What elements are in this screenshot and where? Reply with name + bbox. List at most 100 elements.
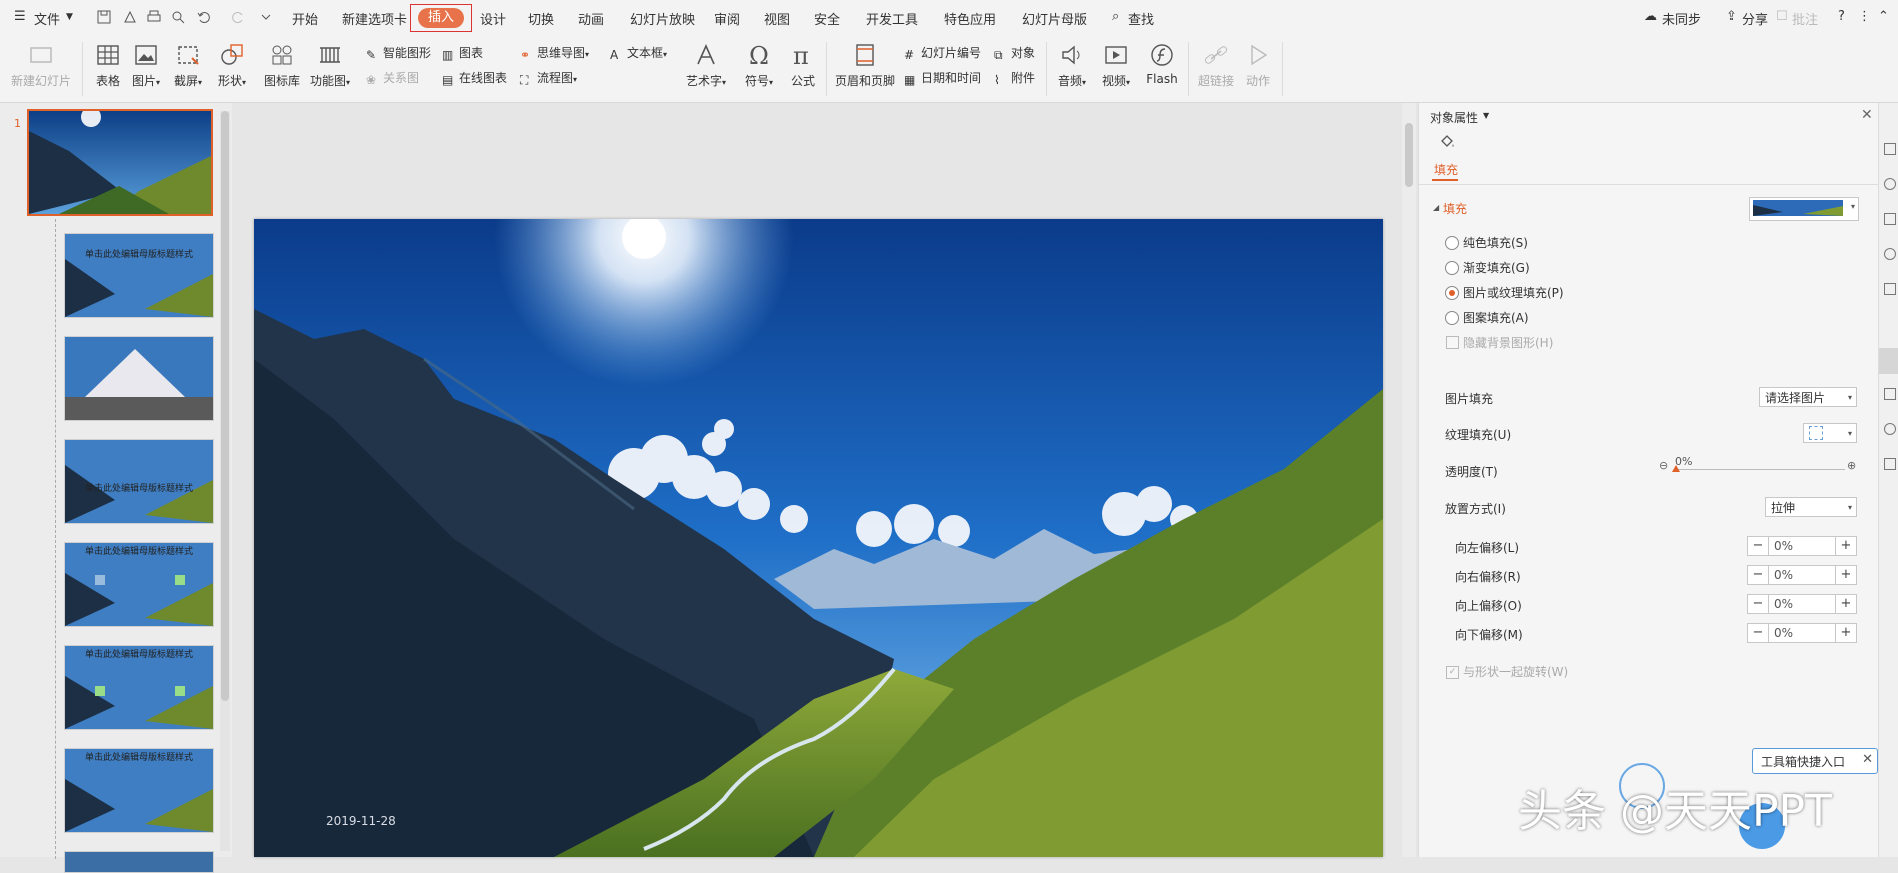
- help-button[interactable]: ?: [1838, 9, 1845, 24]
- online-chart-button[interactable]: ▤ 在线图表: [442, 69, 507, 87]
- comment-button[interactable]: 批注: [1792, 9, 1818, 28]
- toolbox-shortcut-tip[interactable]: 工具箱快捷入口 ✕: [1752, 748, 1878, 774]
- rotate-with-shape-checkbox[interactable]: ✓: [1446, 666, 1459, 679]
- chart-button[interactable]: ▥ 图表: [442, 44, 483, 62]
- radio-picture-fill[interactable]: [1445, 286, 1459, 300]
- decrement-button[interactable]: −: [1748, 566, 1769, 584]
- tab-review[interactable]: 审阅: [714, 9, 740, 28]
- tab-home[interactable]: 开始: [292, 9, 318, 28]
- chevron-down-icon[interactable]: ▼: [1483, 111, 1489, 120]
- canvas-scrollbar[interactable]: [1402, 103, 1416, 857]
- tool-icon[interactable]: [1884, 178, 1896, 190]
- tab-security[interactable]: 安全: [814, 9, 840, 28]
- offset-up-stepper[interactable]: −0% +: [1747, 594, 1857, 614]
- picture-fill-dropdown[interactable]: 请选择图片 ▾: [1759, 387, 1857, 407]
- audio-button[interactable]: 音频▾: [1054, 42, 1090, 89]
- picture-button[interactable]: 图片▾: [128, 42, 164, 89]
- preview-icon[interactable]: [170, 9, 186, 25]
- offset-right-stepper[interactable]: −0% +: [1747, 565, 1857, 585]
- attachment-button[interactable]: ⌇ 附件: [994, 69, 1035, 87]
- offset-up-value[interactable]: 0%: [1774, 595, 1793, 613]
- file-menu[interactable]: 文件: [34, 9, 60, 28]
- flow-chart-button[interactable]: ⛶ 流程图▾: [520, 69, 577, 87]
- header-footer-button[interactable]: 页眉和页脚: [834, 42, 896, 89]
- thumbnail-slide-5[interactable]: 单击此处编辑母版标题样式: [64, 542, 214, 627]
- thumbnail-slide-8[interactable]: [64, 851, 214, 873]
- thumbnail-slide-7[interactable]: 单击此处编辑母版标题样式: [64, 748, 214, 833]
- screenshot-button[interactable]: 截屏▾: [170, 42, 206, 89]
- sync-status[interactable]: 未同步: [1662, 9, 1701, 28]
- tab-slideshow[interactable]: 幻灯片放映: [630, 9, 695, 28]
- radio-picture-fill-label[interactable]: 图片或纹理填充(P): [1463, 284, 1564, 301]
- formula-button[interactable]: π 公式: [788, 42, 818, 89]
- thumbnail-slide-6[interactable]: 单击此处编辑母版标题样式: [64, 645, 214, 730]
- fill-bucket-icon[interactable]: [1439, 133, 1455, 149]
- offset-down-value[interactable]: 0%: [1774, 624, 1793, 642]
- tab-developer[interactable]: 开发工具: [866, 9, 918, 28]
- share-icon[interactable]: ⇪: [1726, 9, 1737, 24]
- shape-button[interactable]: 形状▾: [214, 42, 250, 89]
- tab-special[interactable]: 特色应用: [944, 9, 996, 28]
- decrement-button[interactable]: −: [1748, 537, 1769, 555]
- radio-gradient-fill-label[interactable]: 渐变填充(G): [1463, 259, 1530, 276]
- texture-fill-dropdown[interactable]: ▾: [1803, 423, 1857, 443]
- decrement-button[interactable]: −: [1748, 624, 1769, 642]
- export-icon[interactable]: [122, 9, 138, 25]
- object-button[interactable]: ⧉ 对象: [994, 44, 1035, 62]
- save-icon[interactable]: [96, 9, 112, 25]
- panel-title[interactable]: 对象属性: [1430, 109, 1478, 126]
- radio-solid-fill-label[interactable]: 纯色填充(S): [1463, 234, 1528, 251]
- chevron-down-icon[interactable]: ▼: [66, 12, 73, 22]
- increment-button[interactable]: +: [1835, 595, 1856, 613]
- placement-dropdown[interactable]: 拉伸 ▾: [1765, 497, 1857, 517]
- rotate-with-shape-label[interactable]: 与形状一起旋转(W): [1463, 663, 1568, 680]
- smart-art-button[interactable]: ✎ 智能图形: [366, 44, 431, 62]
- transparency-slider-track[interactable]: [1675, 469, 1845, 470]
- close-icon[interactable]: ✕: [1861, 107, 1873, 123]
- tab-design[interactable]: 设计: [480, 9, 506, 28]
- hide-bg-checkbox[interactable]: [1446, 336, 1459, 349]
- fill-preview-dropdown[interactable]: ▾: [1749, 197, 1859, 221]
- thumbnail-slide-3[interactable]: [64, 336, 214, 421]
- icon-library-button[interactable]: 图标库: [262, 42, 302, 89]
- search-label[interactable]: 查找: [1128, 9, 1154, 28]
- undo-icon[interactable]: [196, 9, 212, 25]
- hide-bg-label[interactable]: 隐藏背景图形(H): [1463, 334, 1553, 351]
- table-button[interactable]: 表格: [92, 42, 124, 89]
- slide[interactable]: 2019-11-28: [254, 219, 1383, 857]
- increment-button[interactable]: +: [1835, 537, 1856, 555]
- symbol-button[interactable]: Ω 符号▾: [740, 42, 778, 89]
- tab-animation[interactable]: 动画: [578, 9, 604, 28]
- radio-gradient-fill[interactable]: [1445, 261, 1459, 275]
- tab-new[interactable]: 新建选项卡: [342, 9, 407, 28]
- tab-slide-master[interactable]: 幻灯片母版: [1022, 9, 1087, 28]
- offset-left-stepper[interactable]: −0% +: [1747, 536, 1857, 556]
- thumbnail-slide-4[interactable]: 单击此处编辑母版标题样式: [64, 439, 214, 524]
- action-button[interactable]: 动作: [1240, 42, 1276, 89]
- active-tool-icon[interactable]: [1879, 348, 1898, 374]
- radio-pattern-fill-label[interactable]: 图案填充(A): [1463, 309, 1529, 326]
- date-time-button[interactable]: ▦ 日期和时间: [904, 69, 981, 87]
- tab-transition[interactable]: 切换: [528, 9, 554, 28]
- share-button[interactable]: 分享: [1742, 9, 1768, 28]
- thumbnail-selected[interactable]: [27, 109, 213, 216]
- close-icon[interactable]: ✕: [1862, 752, 1873, 767]
- scrollbar-thumb[interactable]: [221, 111, 229, 701]
- radio-pattern-fill[interactable]: [1445, 311, 1459, 325]
- offset-down-stepper[interactable]: −0% +: [1747, 623, 1857, 643]
- slide-number-button[interactable]: # 幻灯片编号: [904, 44, 981, 62]
- more-icon[interactable]: [258, 9, 274, 25]
- offset-left-value[interactable]: 0%: [1774, 537, 1793, 555]
- tool-icon[interactable]: [1884, 458, 1896, 470]
- print-icon[interactable]: [146, 9, 162, 25]
- tab-view[interactable]: 视图: [764, 9, 790, 28]
- more-menu-icon[interactable]: ⋮: [1858, 9, 1871, 24]
- radio-solid-fill[interactable]: [1445, 236, 1459, 250]
- thumbnail-scrollbar[interactable]: [220, 111, 230, 851]
- tab-insert[interactable]: 插入: [418, 8, 464, 28]
- thumbnail-slide-2[interactable]: 单击此处编辑母版标题样式: [64, 233, 214, 318]
- tool-icon[interactable]: [1884, 248, 1896, 260]
- tab-fill[interactable]: 填充: [1434, 161, 1458, 178]
- tool-icon[interactable]: [1884, 423, 1896, 435]
- art-text-button[interactable]: 艺术字▾: [684, 42, 728, 89]
